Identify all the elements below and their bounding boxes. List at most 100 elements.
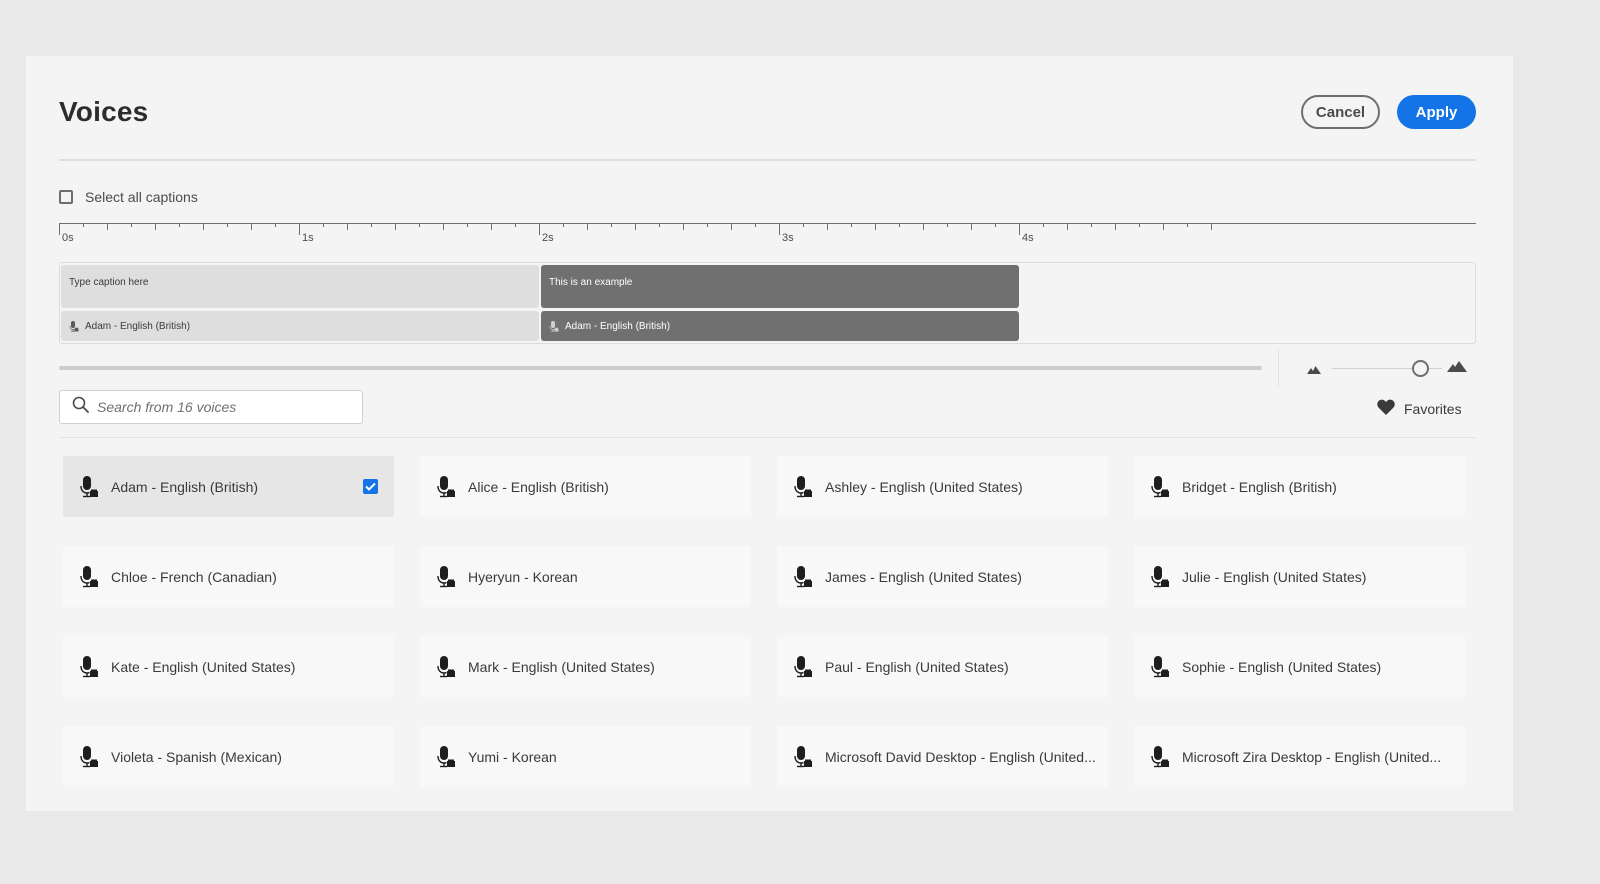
select-all-checkbox[interactable] — [59, 190, 73, 204]
caption-voice-segment[interactable]: Adam - English (British) — [541, 311, 1019, 341]
caption-text: This is an example — [549, 277, 633, 288]
ruler-major-tick — [779, 223, 780, 235]
microphone-desktop-icon — [793, 745, 813, 769]
voice-card[interactable]: Yumi - Korean — [420, 726, 751, 787]
favorites-label: Favorites — [1404, 400, 1462, 417]
voice-name: Microsoft David Desktop - English (Unite… — [825, 748, 1096, 765]
voice-name: Kate - English (United States) — [111, 658, 296, 675]
ruler-minor-tick — [107, 223, 108, 230]
ruler-minor-tick — [1115, 223, 1116, 230]
mountain-small-icon[interactable] — [1307, 361, 1321, 379]
voice-card[interactable]: Violeta - Spanish (Mexican) — [63, 726, 394, 787]
ruler-minor-tick — [323, 223, 324, 227]
voice-search-box[interactable] — [59, 390, 363, 424]
ruler-minor-tick — [467, 223, 468, 227]
caption-track: Type caption here Adam - English (Britis… — [59, 262, 1476, 344]
voice-name: Chloe - French (Canadian) — [111, 568, 277, 585]
voice-card[interactable]: Ashley - English (United States) — [777, 456, 1108, 517]
voice-name: Julie - English (United States) — [1182, 568, 1367, 585]
ruler-minor-tick — [755, 223, 756, 227]
favorites-filter[interactable]: Favorites — [1377, 399, 1462, 418]
ruler-minor-tick — [611, 223, 612, 227]
ruler-major-tick — [59, 223, 60, 235]
ruler-minor-tick — [395, 223, 396, 230]
ruler-minor-tick — [1139, 223, 1140, 227]
ruler-minor-tick — [1163, 223, 1164, 230]
ruler-minor-tick — [203, 223, 204, 230]
ruler-minor-tick — [875, 223, 876, 230]
ruler-minor-tick — [131, 223, 132, 227]
timeline-ruler[interactable]: 0s 1s 2s 3s 4s — [59, 221, 1476, 251]
ruler-minor-tick — [1043, 223, 1044, 227]
voice-card[interactable]: Mark - English (United States) — [420, 636, 751, 697]
apply-button[interactable]: Apply — [1397, 95, 1476, 129]
select-all-captions[interactable]: Select all captions — [59, 189, 198, 205]
dialog-title: Voices — [59, 96, 149, 127]
caption-voice-segment[interactable]: Adam - English (British) — [61, 311, 539, 341]
voice-card[interactable]: Hyeryun - Korean — [420, 546, 751, 607]
ruler-minor-tick — [707, 223, 708, 227]
voice-card[interactable]: Microsoft Zira Desktop - English (United… — [1134, 726, 1465, 787]
voice-card[interactable]: Kate - English (United States) — [63, 636, 394, 697]
ruler-line — [59, 223, 1476, 224]
voice-card[interactable]: Julie - English (United States) — [1134, 546, 1465, 607]
microphone-desktop-icon — [79, 565, 99, 589]
voice-search-input[interactable] — [97, 399, 347, 415]
voice-card[interactable]: James - English (United States) — [777, 546, 1108, 607]
mountain-large-icon[interactable] — [1447, 359, 1467, 377]
voice-grid: Adam - English (British) Alice - English… — [63, 456, 1465, 787]
ruler-tick-label: 3s — [782, 232, 794, 244]
microphone-desktop-icon — [79, 655, 99, 679]
caption-segment[interactable]: This is an example — [541, 265, 1019, 308]
ruler-minor-tick — [347, 223, 348, 230]
voice-name: Microsoft Zira Desktop - English (United… — [1182, 748, 1442, 765]
ruler-tick-label: 2s — [542, 232, 554, 244]
voice-name: Yumi - Korean — [468, 748, 557, 765]
ruler-minor-tick — [899, 223, 900, 227]
voice-name: James - English (United States) — [825, 568, 1022, 585]
voice-name: Mark - English (United States) — [468, 658, 655, 675]
microphone-desktop-icon — [549, 320, 559, 333]
voice-card[interactable]: Chloe - French (Canadian) — [63, 546, 394, 607]
microphone-desktop-icon — [1150, 745, 1170, 769]
voice-card[interactable]: Sophie - English (United States) — [1134, 636, 1465, 697]
voice-name: Violeta - Spanish (Mexican) — [111, 748, 282, 765]
ruler-tick-label: 1s — [302, 232, 314, 244]
caption-text: Type caption here — [69, 277, 149, 288]
voice-card[interactable]: Microsoft David Desktop - English (Unite… — [777, 726, 1108, 787]
ruler-minor-tick — [851, 223, 852, 227]
heart-icon — [1377, 399, 1395, 418]
ruler-minor-tick — [587, 223, 588, 230]
microphone-desktop-icon — [1150, 655, 1170, 679]
microphone-desktop-icon — [436, 475, 456, 499]
ruler-minor-tick — [515, 223, 516, 227]
ruler-major-tick — [299, 223, 300, 235]
microphone-desktop-icon — [1150, 565, 1170, 589]
ruler-minor-tick — [443, 223, 444, 230]
ruler-minor-tick — [635, 223, 636, 230]
ruler-minor-tick — [659, 223, 660, 227]
voice-name: Alice - English (British) — [468, 478, 609, 495]
microphone-desktop-icon — [436, 745, 456, 769]
microphone-desktop-icon — [79, 745, 99, 769]
header-divider — [59, 159, 1476, 161]
ruler-tick-label: 0s — [62, 232, 74, 244]
ruler-minor-tick — [923, 223, 924, 230]
zoom-separator — [1278, 350, 1279, 386]
caption-segment[interactable]: Type caption here — [61, 265, 539, 308]
cancel-button[interactable]: Cancel — [1301, 95, 1380, 129]
timeline-horizontal-scrollbar[interactable] — [59, 366, 1262, 370]
voice-card[interactable]: Alice - English (British) — [420, 456, 751, 517]
voice-card[interactable]: Adam - English (British) — [63, 456, 394, 517]
microphone-desktop-icon — [1150, 475, 1170, 499]
microphone-desktop-icon — [436, 565, 456, 589]
ruler-minor-tick — [491, 223, 492, 230]
microphone-desktop-icon — [793, 565, 813, 589]
voice-selected-checkbox[interactable] — [363, 479, 378, 494]
microphone-desktop-icon — [793, 475, 813, 499]
voice-card[interactable]: Bridget - English (British) — [1134, 456, 1465, 517]
zoom-slider-handle[interactable] — [1411, 360, 1429, 377]
voice-card[interactable]: Paul - English (United States) — [777, 636, 1108, 697]
voice-name: Adam - English (British) — [111, 478, 259, 495]
checkmark-icon — [365, 482, 376, 491]
